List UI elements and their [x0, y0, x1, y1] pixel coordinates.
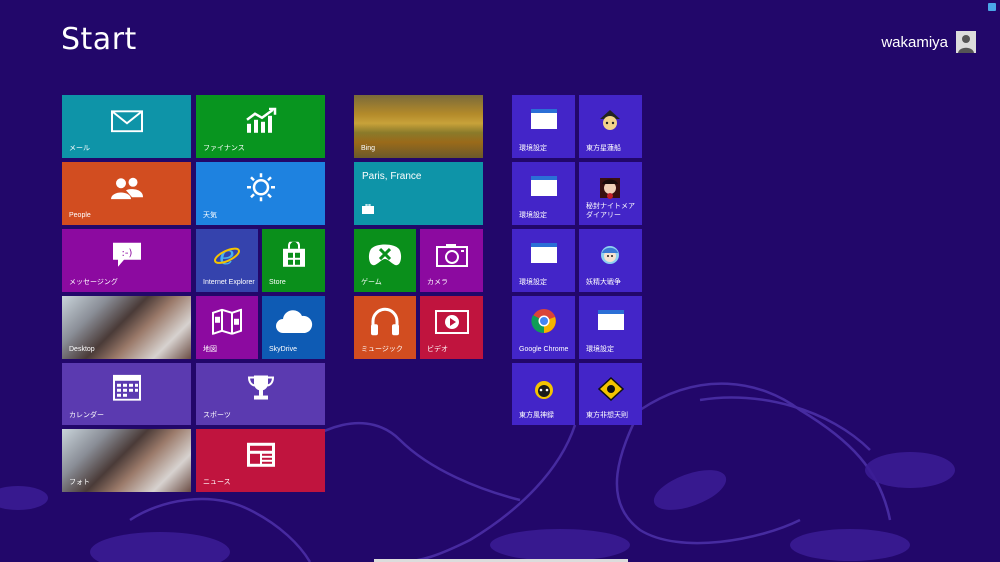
window-app-icon — [530, 243, 557, 263]
tile-news[interactable]: ニュース — [196, 429, 325, 492]
tile-calendar[interactable]: カレンダー — [62, 363, 191, 425]
tile-store[interactable]: Store — [262, 229, 325, 292]
trophy-icon — [247, 374, 275, 407]
game-character-icon — [598, 243, 624, 264]
tile-label: フォト — [69, 479, 90, 486]
tile-label: People — [69, 212, 91, 219]
tile-sports[interactable]: スポーツ — [196, 363, 325, 425]
tile-label: メール — [69, 145, 90, 152]
tile-desktop[interactable]: Desktop — [62, 296, 191, 359]
tile-label: ファイナンス — [203, 145, 245, 152]
tile-label: Desktop — [69, 346, 95, 353]
game-character-icon — [531, 377, 557, 399]
window-app-icon — [597, 310, 624, 330]
tile-maps[interactable]: 地図 — [196, 296, 258, 359]
sun-icon — [246, 172, 276, 207]
news-icon — [246, 441, 276, 472]
tile-internet-explorer[interactable]: e Internet Explorer — [196, 229, 258, 292]
start-title: Start — [61, 22, 137, 57]
game-character-icon — [598, 176, 624, 199]
tile-messaging[interactable]: :-) メッセージング — [62, 229, 191, 292]
tile-env-settings-3[interactable]: 環境設定 — [512, 229, 575, 292]
tile-touhou-nightmare-diary[interactable]: 秘封ナイトメアダイアリー — [579, 162, 642, 225]
map-icon — [212, 307, 242, 339]
people-icon — [110, 177, 144, 204]
tile-label: スポーツ — [203, 412, 231, 419]
tile-music[interactable]: ミュージック — [354, 296, 416, 359]
mail-icon — [110, 109, 143, 137]
tile-label: ゲーム — [361, 279, 382, 286]
tile-touhou-hisoutensoku[interactable]: 東方非想天則 — [579, 363, 642, 425]
tile-touhou-seireisen[interactable]: 東方星蓮船 — [579, 95, 642, 158]
tile-label: ニュース — [203, 479, 231, 486]
user-account[interactable]: wakamiya — [881, 31, 976, 53]
tile-finance[interactable]: ファイナンス — [196, 95, 325, 158]
tile-mail[interactable]: メール — [62, 95, 191, 158]
messaging-icon: :-) — [112, 241, 142, 272]
tile-touhou-fuujinroku[interactable]: 東方風神録 — [512, 363, 575, 425]
store-bag-icon — [282, 239, 306, 272]
tile-label: メッセージング — [69, 279, 118, 286]
game-controller-icon — [368, 243, 402, 272]
window-app-icon — [530, 109, 557, 129]
tile-label: Internet Explorer — [203, 279, 255, 286]
user-avatar-icon — [956, 31, 976, 53]
window-app-icon — [530, 176, 557, 196]
tile-label: カレンダー — [69, 412, 104, 419]
tile-weather[interactable]: 天気 — [196, 162, 325, 225]
tile-label: Bing — [361, 145, 376, 152]
video-play-icon — [434, 309, 469, 339]
tile-games[interactable]: ゲーム — [354, 229, 416, 292]
tile-photos[interactable]: フォト — [62, 429, 191, 492]
tile-label: 妖精大戦争 — [586, 279, 621, 286]
user-name: wakamiya — [881, 33, 948, 51]
tile-google-chrome[interactable]: Google Chrome — [512, 296, 575, 359]
suitcase-icon — [362, 201, 374, 219]
tile-env-settings-2[interactable]: 環境設定 — [512, 162, 575, 225]
travel-destination-text: Paris, France — [362, 171, 422, 182]
tile-label: Google Chrome — [519, 346, 569, 353]
tile-label: 東方非想天則 — [586, 412, 628, 419]
cloud-icon — [275, 309, 313, 339]
tile-camera[interactable]: カメラ — [420, 229, 483, 292]
tile-label: Store — [269, 279, 286, 286]
internet-explorer-icon: e — [213, 240, 241, 272]
tile-label: 環境設定 — [519, 212, 547, 219]
tile-label: 環境設定 — [519, 279, 547, 286]
tile-label: 天気 — [203, 212, 217, 219]
tile-skydrive[interactable]: SkyDrive — [262, 296, 325, 359]
tile-env-settings-4[interactable]: 環境設定 — [579, 296, 642, 359]
camera-icon — [435, 243, 468, 272]
tile-people[interactable]: People — [62, 162, 191, 225]
tile-label: 環境設定 — [519, 145, 547, 152]
svg-text:e: e — [219, 241, 234, 267]
tile-video[interactable]: ビデオ — [420, 296, 483, 359]
tile-label: 東方星蓮船 — [586, 145, 621, 152]
tile-label: 秘封ナイトメアダイアリー — [586, 203, 635, 219]
notification-icon[interactable] — [988, 3, 996, 11]
tile-label: 地図 — [203, 346, 217, 353]
chrome-icon — [530, 308, 557, 334]
tile-label: カメラ — [427, 279, 448, 286]
tile-touhou-yousei[interactable]: 妖精大戦争 — [579, 229, 642, 292]
calendar-icon — [112, 374, 141, 406]
tile-bing[interactable]: Bing — [354, 95, 483, 158]
headphones-icon — [369, 306, 401, 341]
game-character-icon — [598, 109, 624, 130]
tile-label: ビデオ — [427, 346, 448, 353]
tile-label: ミュージック — [361, 346, 403, 353]
tile-env-settings-1[interactable]: 環境設定 — [512, 95, 575, 158]
tile-label: 東方風神録 — [519, 412, 554, 419]
finance-chart-icon — [245, 107, 277, 138]
tile-label: 環境設定 — [586, 346, 614, 353]
svg-text::-): :-) — [121, 247, 132, 258]
tile-label: SkyDrive — [269, 346, 298, 353]
warning-sign-icon — [597, 376, 624, 402]
tile-travel[interactable]: Paris, France — [354, 162, 483, 225]
